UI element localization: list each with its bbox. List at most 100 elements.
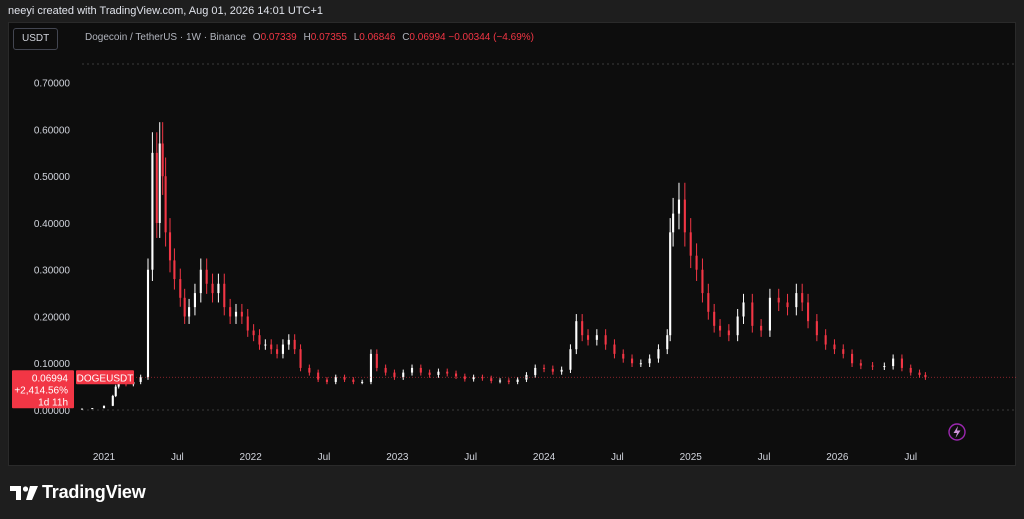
candle-body — [80, 408, 84, 410]
candle-body — [871, 365, 874, 367]
candle-body — [648, 358, 651, 364]
x-tick-label: Jul — [318, 452, 331, 463]
candle-body — [446, 371, 449, 374]
candle-body — [361, 381, 364, 383]
candle-body — [768, 297, 771, 331]
x-tick-label: Jul — [611, 452, 624, 463]
candle-body — [560, 369, 563, 372]
candle-body — [299, 349, 302, 368]
candle-body — [102, 405, 106, 409]
candle-body — [613, 344, 616, 354]
candle-body — [139, 377, 142, 382]
candle-body — [293, 339, 296, 350]
candle-body — [842, 349, 845, 354]
candle-body — [900, 358, 903, 368]
candle-body — [918, 372, 921, 375]
candle-body — [760, 325, 763, 331]
candle-body — [777, 297, 780, 303]
candle-body — [883, 366, 886, 368]
candle-body — [402, 372, 405, 378]
candle-body — [507, 380, 510, 382]
candle-body — [281, 344, 285, 354]
candle-body — [276, 349, 279, 354]
candle-body — [287, 339, 290, 345]
candle-body — [258, 335, 261, 345]
candle-body — [317, 372, 320, 380]
candle-body — [264, 344, 267, 346]
candle-body — [393, 372, 396, 378]
candle-body — [183, 297, 186, 317]
candle-body — [824, 335, 827, 345]
candle-body — [223, 283, 226, 308]
candle-body — [146, 269, 150, 378]
candle-body — [666, 335, 669, 350]
price-chart[interactable]: 0.000000.100000.200000.300000.400000.500… — [0, 0, 1024, 466]
candle-body — [657, 349, 660, 359]
candle-body — [205, 269, 208, 284]
candle-body — [801, 293, 804, 303]
candle-body — [164, 176, 167, 233]
candle-body — [240, 311, 243, 317]
candle-body — [595, 335, 598, 340]
x-tick-label: Jul — [464, 452, 477, 463]
candle-body — [586, 335, 590, 340]
candle-body — [188, 307, 191, 317]
candle-body — [419, 367, 422, 373]
x-tick-label: Jul — [758, 452, 771, 463]
lightning-bolt-icon — [953, 426, 961, 438]
price-label-countdown: 1d 11h — [38, 397, 68, 408]
candle-body — [308, 367, 311, 373]
candle-body — [229, 307, 232, 317]
candle-body — [534, 367, 537, 375]
candle-body — [352, 379, 355, 382]
candle-body — [909, 367, 912, 373]
candle-body — [727, 330, 730, 336]
candle-body — [158, 143, 161, 223]
candle-body — [575, 321, 578, 350]
price-label-value: 0.06994 — [32, 373, 69, 384]
candle-body — [569, 349, 572, 370]
candle-body — [701, 269, 704, 294]
candle-body — [498, 380, 502, 382]
candle-body — [173, 260, 176, 280]
candle-body — [463, 376, 466, 380]
candle-body — [91, 408, 94, 410]
y-tick-label: 0.20000 — [34, 312, 71, 323]
candle-body — [369, 353, 373, 382]
x-tick-label: 2023 — [386, 452, 409, 463]
candle-body — [815, 321, 818, 336]
candle-body — [252, 330, 255, 336]
candle-body — [639, 363, 642, 365]
x-tick-label: 2026 — [826, 452, 849, 463]
x-tick-label: 2022 — [240, 452, 263, 463]
candle-body — [742, 302, 745, 317]
x-tick-label: Jul — [171, 452, 184, 463]
y-tick-label: 0.30000 — [34, 266, 71, 277]
candle-body — [334, 377, 337, 382]
candle-body — [604, 335, 607, 345]
candle-body — [161, 143, 164, 177]
candle-body — [155, 152, 158, 223]
y-tick-label: 0.60000 — [34, 125, 71, 136]
y-tick-label: 0.40000 — [34, 219, 71, 230]
symbol-tag: DOGEUSDT — [77, 373, 134, 384]
candle-body — [669, 232, 672, 336]
candle-body — [270, 344, 273, 350]
x-tick-label: 2024 — [533, 452, 556, 463]
candle-body — [630, 358, 634, 364]
candle-body — [718, 325, 722, 331]
candle-body — [168, 232, 172, 261]
candle-body — [806, 302, 810, 322]
candle-body — [410, 367, 414, 373]
candle-body — [325, 379, 329, 382]
candle-body — [428, 372, 431, 375]
candle-body — [542, 367, 546, 369]
candle-body — [437, 371, 440, 375]
candle-body — [111, 395, 114, 406]
candle-body — [672, 213, 675, 233]
candle-body — [736, 316, 739, 336]
x-tick-label: Jul — [904, 452, 917, 463]
candle-body — [695, 255, 698, 270]
y-tick-label: 0.10000 — [34, 359, 71, 370]
candle-body — [786, 302, 789, 308]
